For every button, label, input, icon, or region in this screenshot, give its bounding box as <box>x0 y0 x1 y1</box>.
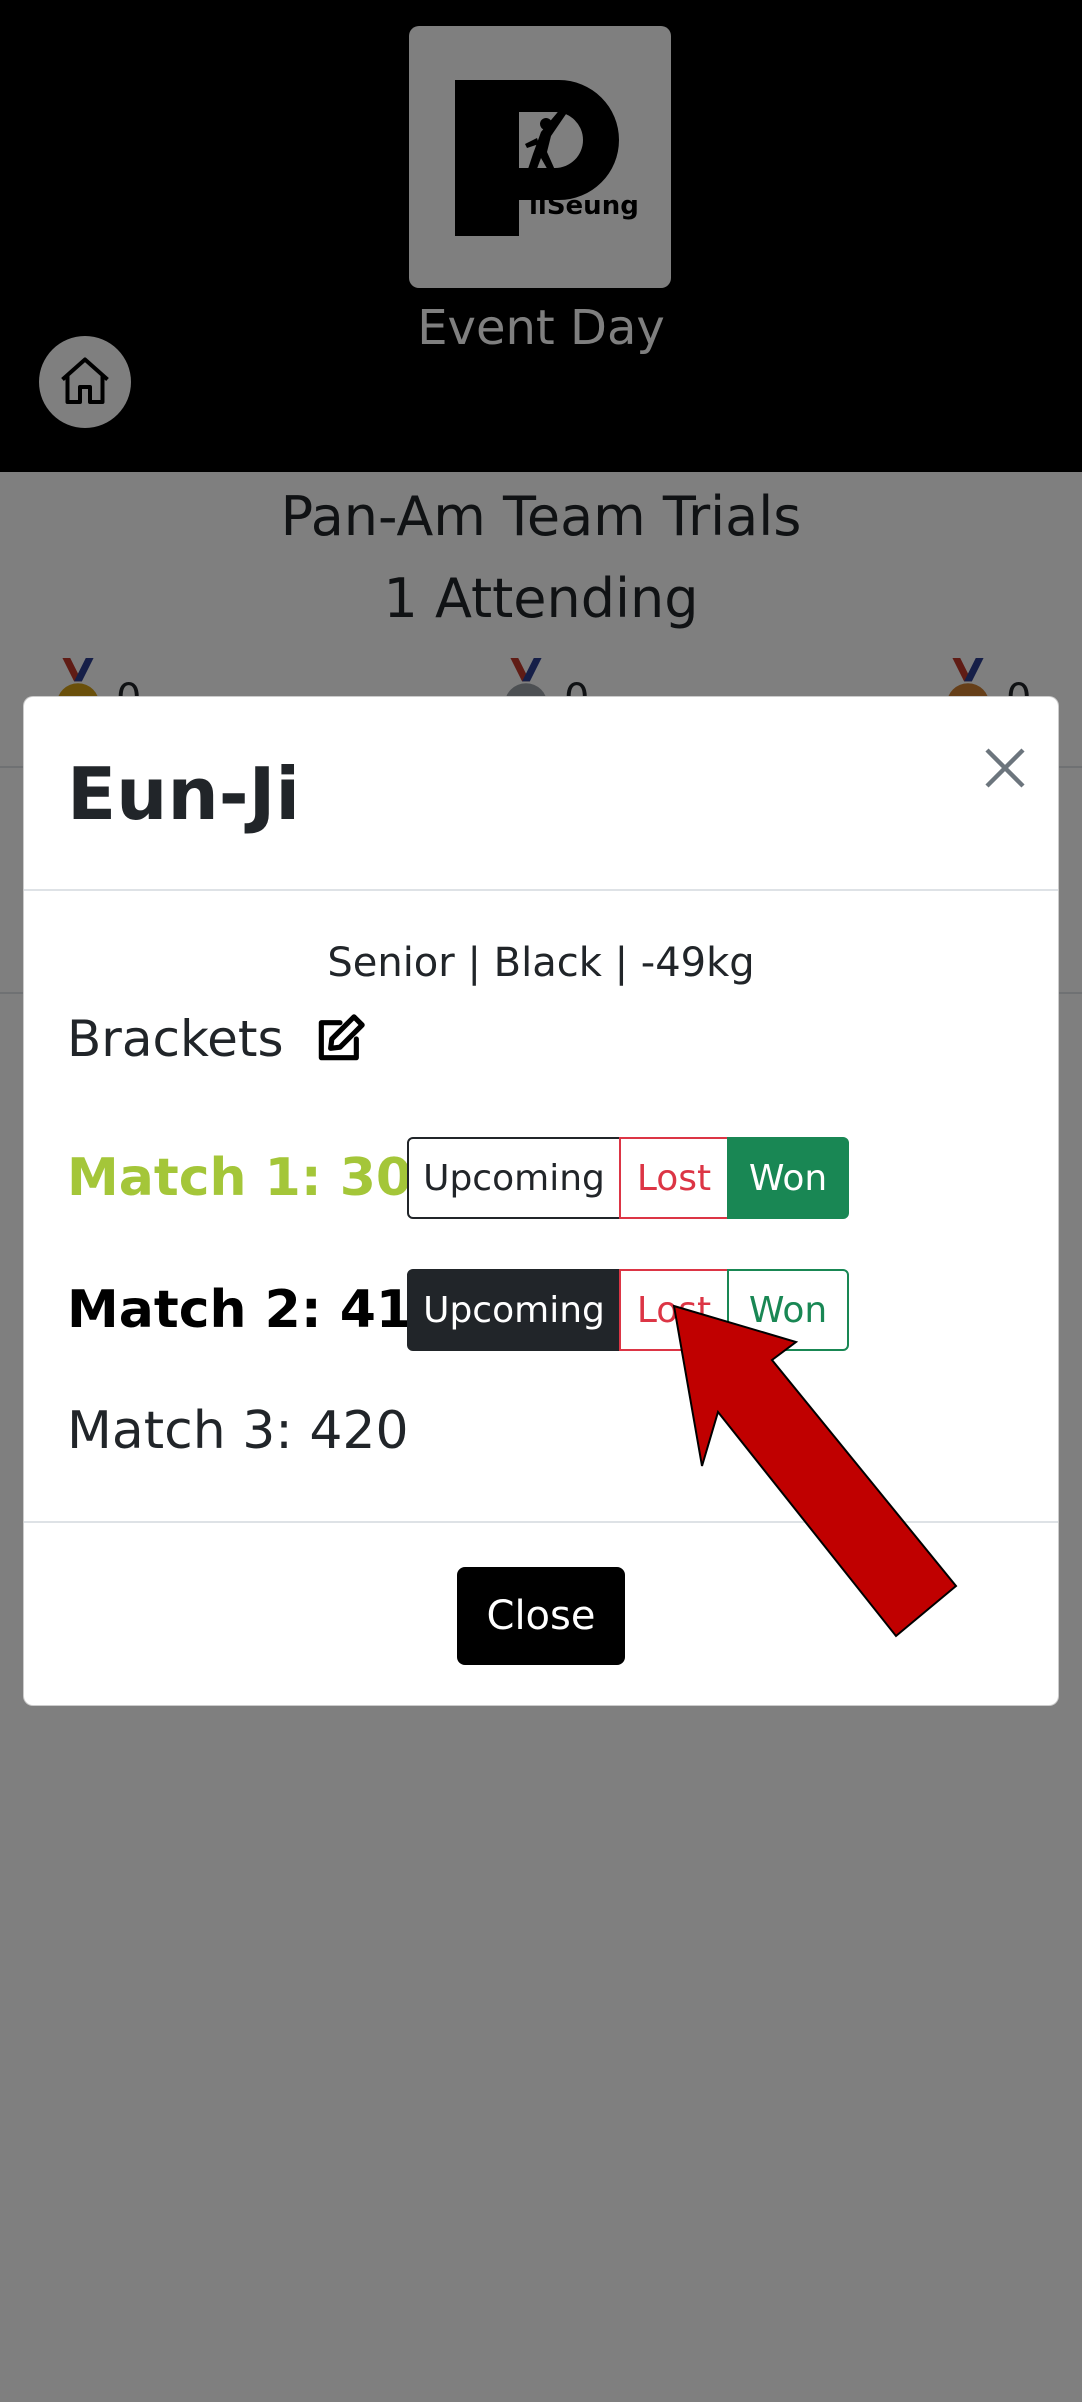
brackets-label: Brackets <box>67 1010 284 1068</box>
match-label: Match 1: 308 <box>67 1148 449 1208</box>
won-button[interactable]: Won <box>727 1137 849 1219</box>
athlete-division: Senior | Black | -49kg <box>327 940 755 986</box>
lost-button[interactable]: Lost <box>619 1137 729 1219</box>
match-row: Match 1: 308 Upcoming Lost Won <box>67 1137 849 1219</box>
modal-title: Eun-Ji <box>67 752 301 836</box>
modal-header: Eun-Ji <box>24 697 1058 891</box>
upcoming-button[interactable]: Upcoming <box>407 1137 621 1219</box>
close-modal-button[interactable] <box>970 733 1040 803</box>
match-label: Match 3: 420 <box>67 1401 409 1461</box>
brackets-row: Brackets <box>67 1007 368 1071</box>
edit-icon[interactable] <box>312 1011 368 1067</box>
close-button[interactable]: Close <box>457 1567 625 1665</box>
match-label: Match 2: 412 <box>67 1280 449 1340</box>
upcoming-button[interactable]: Upcoming <box>407 1269 621 1351</box>
pointer-arrow-icon <box>672 1304 958 1638</box>
match-status-toggle: Upcoming Lost Won <box>407 1137 849 1219</box>
match-row: Match 3: 420 <box>67 1399 409 1463</box>
close-icon <box>985 748 1025 788</box>
